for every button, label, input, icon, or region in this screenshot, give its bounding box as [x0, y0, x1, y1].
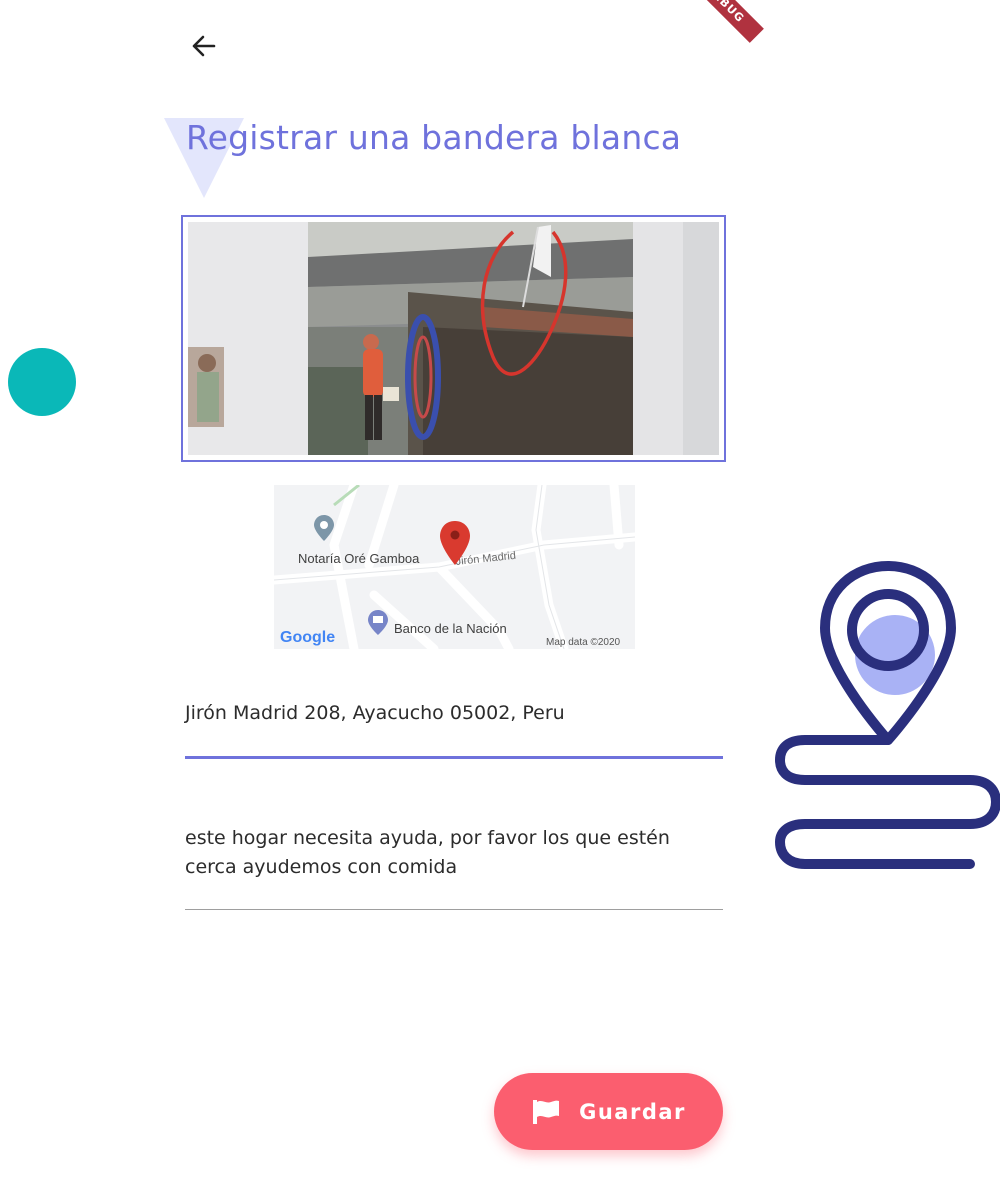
google-logo: Google: [280, 629, 335, 646]
flag-icon: [533, 1099, 560, 1124]
address-value: Jirón Madrid 208, Ayacucho 05002, Peru: [185, 702, 565, 724]
save-button-label: Guardar: [579, 1099, 686, 1124]
map-image: Notaría Oré Gamboa Jirón Madrid Banco de…: [269, 480, 640, 654]
description-field[interactable]: este hogar necesita ayuda, por favor los…: [185, 822, 723, 910]
decorative-circle: [8, 348, 76, 416]
map-label-bank: Banco de la Nación: [394, 621, 507, 636]
arrow-left-icon: [192, 35, 216, 57]
map-label-notaria: Notaría Oré Gamboa: [298, 551, 420, 566]
description-value: este hogar necesita ayuda, por favor los…: [185, 827, 670, 878]
location-illustration: [770, 560, 1000, 890]
photo-preview[interactable]: [181, 215, 726, 462]
map-attribution: Map data ©2020: [546, 637, 621, 648]
save-button[interactable]: Guardar: [494, 1073, 723, 1150]
debug-badge: DEBUG: [686, 0, 764, 43]
map-pin-icon: [774, 561, 1000, 869]
page-title: Registrar una bandera blanca: [186, 118, 682, 157]
photo-image: [183, 217, 724, 460]
back-button[interactable]: [182, 24, 226, 68]
map-preview[interactable]: Notaría Oré Gamboa Jirón Madrid Banco de…: [269, 480, 640, 654]
address-field[interactable]: Jirón Madrid 208, Ayacucho 05002, Peru: [185, 700, 723, 759]
